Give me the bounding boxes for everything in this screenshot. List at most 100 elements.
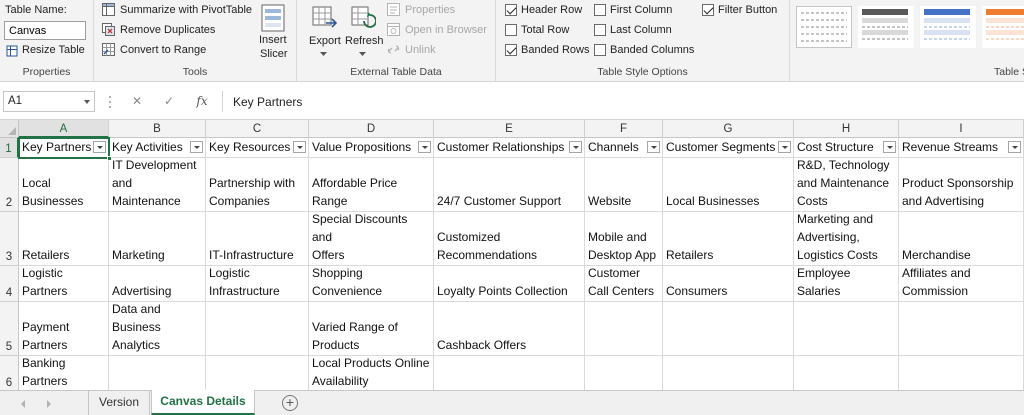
insert-slicer-button[interactable]: Insert Slicer — [254, 2, 292, 62]
filter-dropdown-icon[interactable] — [93, 141, 106, 153]
filter-dropdown-icon[interactable] — [1008, 141, 1021, 153]
table-header-cell[interactable]: Revenue Streams — [899, 138, 1024, 158]
table-cell[interactable]: Affordable Price Range — [309, 158, 434, 212]
row-header-2[interactable]: 2 — [0, 158, 19, 212]
banded-rows-checkbox[interactable] — [505, 44, 517, 56]
table-header-cell[interactable]: Key Activities — [109, 138, 206, 158]
name-box[interactable]: A1 — [3, 91, 95, 112]
table-cell[interactable] — [899, 302, 1024, 356]
table-style-swatch-blue[interactable] — [920, 6, 976, 48]
filter-dropdown-icon[interactable] — [647, 141, 660, 153]
open-in-browser-button[interactable]: Open in Browser — [387, 22, 491, 38]
table-cell[interactable]: Retailers — [19, 212, 109, 266]
table-style-swatch-orange[interactable] — [982, 6, 1024, 48]
unlink-button[interactable]: Unlink — [387, 42, 491, 58]
remove-duplicates-button[interactable]: Remove Duplicates — [102, 22, 232, 38]
table-cell[interactable]: Local Products Online Availability — [309, 356, 434, 390]
row-header-5[interactable]: 5 — [0, 302, 19, 356]
table-cell[interactable] — [899, 356, 1024, 390]
row-header-1[interactable]: 1 — [0, 138, 19, 158]
table-cell[interactable]: Local Businesses — [19, 158, 109, 212]
first-column-checkbox[interactable] — [594, 4, 606, 16]
table-cell[interactable] — [663, 302, 794, 356]
table-cell[interactable]: Mobile and Desktop App — [585, 212, 663, 266]
table-cell[interactable]: Logistic Infrastructure — [206, 266, 309, 302]
total-row-checkbox[interactable] — [505, 24, 517, 36]
column-header-d[interactable]: D — [309, 120, 434, 138]
filter-dropdown-icon[interactable] — [883, 141, 896, 153]
sheet-tab-version[interactable]: Version — [88, 391, 150, 415]
table-cell[interactable]: 24/7 Customer Support — [434, 158, 585, 212]
table-cell[interactable]: Merchandise — [899, 212, 1024, 266]
add-sheet-icon[interactable]: + — [282, 395, 298, 411]
select-all-corner[interactable] — [0, 120, 19, 138]
filter-dropdown-icon[interactable] — [293, 141, 306, 153]
table-cell[interactable]: Consumers — [663, 266, 794, 302]
insert-function-button[interactable]: fx — [189, 91, 215, 112]
summarize-pivottable-button[interactable]: Summarize with PivotTable — [102, 2, 252, 18]
row-header-3[interactable]: 3 — [0, 212, 19, 266]
row-header-6[interactable]: 6 — [0, 356, 19, 390]
table-cell[interactable]: Affiliates and Commission — [899, 266, 1024, 302]
table-style-swatch-none[interactable] — [796, 6, 852, 48]
table-cell[interactable] — [206, 302, 309, 356]
table-cell[interactable]: Employee Salaries — [794, 266, 899, 302]
header-row-option[interactable]: Header Row — [505, 3, 595, 19]
sheet-tab-canvas-details[interactable]: Canvas Details — [151, 390, 255, 415]
column-header-g[interactable]: G — [663, 120, 794, 138]
table-cell[interactable] — [206, 356, 309, 390]
table-cell[interactable]: Customized Recommendations — [434, 212, 585, 266]
column-header-f[interactable]: F — [585, 120, 663, 138]
first-column-option[interactable]: First Column — [594, 3, 694, 19]
filter-button-checkbox[interactable] — [702, 4, 714, 16]
table-header-cell[interactable]: Customer Segments — [663, 138, 794, 158]
banded-columns-checkbox[interactable] — [594, 44, 606, 56]
filter-dropdown-icon[interactable] — [569, 141, 582, 153]
enter-formula-button[interactable]: ✓ — [156, 91, 182, 112]
table-header-cell[interactable]: Key Partners — [19, 138, 109, 158]
column-header-i[interactable]: I — [899, 120, 1024, 138]
table-header-cell[interactable]: Key Resources — [206, 138, 309, 158]
table-cell[interactable]: Advertising — [109, 266, 206, 302]
table-cell[interactable]: R&D, Technology and Maintenance Costs — [794, 158, 899, 212]
table-cell[interactable]: Loyalty Points Collection — [434, 266, 585, 302]
last-column-checkbox[interactable] — [594, 24, 606, 36]
table-cell[interactable] — [794, 302, 899, 356]
table-cell[interactable]: Payment Partners — [19, 302, 109, 356]
table-cell[interactable]: Marketing and Advertising, Logistics Cos… — [794, 212, 899, 266]
table-cell[interactable]: Retailers — [663, 212, 794, 266]
table-cell[interactable] — [794, 356, 899, 390]
table-name-input[interactable] — [4, 21, 86, 40]
filter-dropdown-icon[interactable] — [418, 141, 431, 153]
table-properties-button[interactable]: Properties — [387, 2, 491, 18]
table-cell[interactable]: Website — [585, 158, 663, 212]
table-header-cell[interactable]: Channels — [585, 138, 663, 158]
table-cell[interactable]: Data and Business Analytics — [109, 302, 206, 356]
export-button[interactable]: Export — [307, 2, 341, 62]
table-cell[interactable] — [434, 356, 585, 390]
table-cell[interactable]: IT Development and Maintenance — [109, 158, 206, 212]
refresh-button[interactable]: Refresh — [344, 2, 384, 62]
next-sheet-arrow-icon[interactable] — [47, 400, 51, 408]
table-cell[interactable] — [109, 356, 206, 390]
column-header-h[interactable]: H — [794, 120, 899, 138]
convert-to-range-button[interactable]: Convert to Range — [102, 42, 232, 58]
table-cell[interactable]: Partnership with Companies — [206, 158, 309, 212]
table-cell[interactable]: Marketing — [109, 212, 206, 266]
cancel-formula-button[interactable]: ✕ — [124, 91, 150, 112]
filter-dropdown-icon[interactable] — [190, 141, 203, 153]
filter-button-option[interactable]: Filter Button — [702, 3, 788, 19]
name-box-dropdown-icon[interactable] — [84, 100, 90, 104]
table-cell[interactable]: Product Sponsorship and Advertising — [899, 158, 1024, 212]
table-cell[interactable]: Customer Call Centers — [585, 266, 663, 302]
table-cell[interactable]: Banking Partners — [19, 356, 109, 390]
table-cell[interactable]: Logistic Partners — [19, 266, 109, 302]
table-header-cell[interactable]: Customer Relationships — [434, 138, 585, 158]
formula-input[interactable] — [222, 91, 1022, 112]
table-cell[interactable]: Shopping Convenience — [309, 266, 434, 302]
banded-rows-option[interactable]: Banded Rows — [505, 43, 595, 59]
header-row-checkbox[interactable] — [505, 4, 517, 16]
table-header-cell[interactable]: Value Propositions — [309, 138, 434, 158]
previous-sheet-arrow-icon[interactable] — [21, 400, 25, 408]
table-cell[interactable] — [663, 356, 794, 390]
